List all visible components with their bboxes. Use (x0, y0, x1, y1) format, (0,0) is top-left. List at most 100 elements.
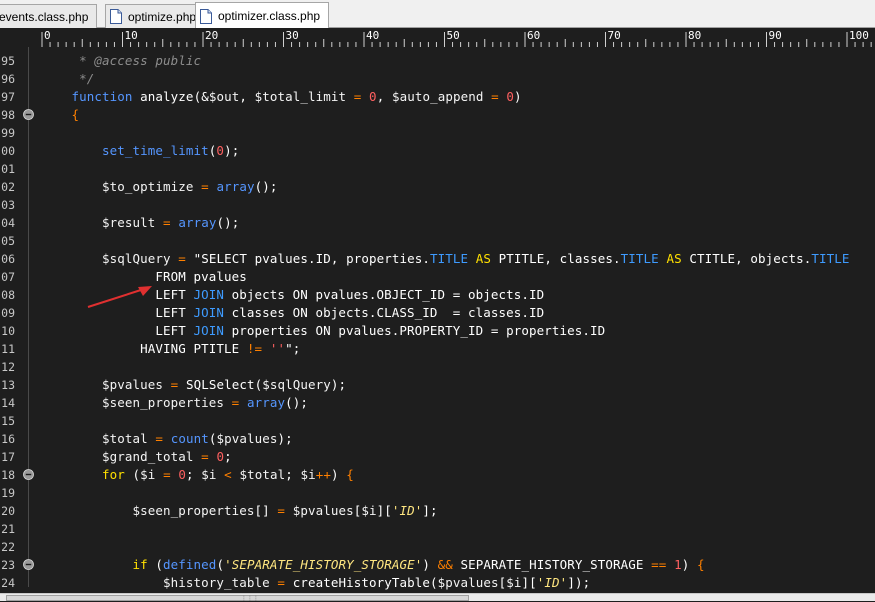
line-number: 14 (1, 396, 15, 410)
ruler-label: 90 (768, 29, 782, 42)
code-line[interactable]: 15 (0, 412, 875, 430)
tab-optimizer-class-php[interactable]: optimizer.class.php (195, 2, 330, 29)
code-line[interactable]: 20 $seen_properties[] = $pvalues[$i]['ID… (0, 502, 875, 520)
code-token: ++ (315, 467, 332, 482)
line-number: 17 (1, 450, 15, 464)
code-token: (); (216, 215, 240, 230)
code-line[interactable]: 06 $sqlQuery = "SELECT pvalues.ID, prope… (0, 250, 875, 268)
code-line[interactable]: 01 (0, 160, 875, 178)
code-line[interactable]: 05 (0, 232, 875, 250)
ruler-label: 10 (124, 29, 138, 42)
code-token: LEFT (41, 323, 194, 338)
fold-minus-icon[interactable] (23, 469, 34, 480)
fold-minus-icon[interactable] (23, 109, 34, 120)
code-line[interactable]: 95 * @access public (0, 52, 875, 70)
scrollbar-thumb[interactable]: ⋮⋮⋮ (6, 595, 469, 602)
code-line[interactable]: 07 FROM pvalues (0, 268, 875, 286)
code-token: for (102, 467, 125, 482)
code-token: $total (239, 467, 286, 482)
code-token: CTITLE, objects. (681, 251, 812, 266)
line-number: 22 (1, 540, 15, 554)
code-line[interactable]: 00 set_time_limit(0); (0, 142, 875, 160)
line-number: 06 (1, 252, 15, 266)
code-token: set_time_limit (102, 143, 209, 158)
code-line[interactable]: 18 for ($i = 0; $i < $total; $i++) { (0, 466, 875, 484)
line-number: 24 (1, 576, 15, 590)
code-token: SEPARATE_HISTORY_STORAGE (452, 557, 652, 572)
code-token: properties ON pvalues.PROPERTY_ID = prop… (224, 323, 606, 338)
horizontal-scrollbar[interactable]: ⋮⋮⋮ (0, 593, 875, 602)
code-text: $pvalues = SQLSelect($sqlQuery); (41, 376, 346, 394)
code-token: ); (224, 143, 240, 158)
code-token: 0 (216, 449, 225, 464)
code-token: $total (102, 431, 148, 446)
code-token: $sqlQuery (262, 377, 331, 392)
code-token: * @access public (41, 53, 202, 68)
line-number: 10 (1, 324, 15, 338)
php-file-icon (110, 9, 122, 24)
code-line[interactable]: 16 $total = count($pvalues); (0, 430, 875, 448)
code-token: = (178, 251, 186, 266)
code-text: $sqlQuery = "SELECT pvalues.ID, properti… (41, 250, 850, 268)
code-line[interactable]: 11 HAVING PTITLE != ''"; (0, 340, 875, 358)
code-token: 0 (216, 143, 225, 158)
code-token: = (277, 503, 286, 518)
code-line[interactable]: 99 (0, 124, 875, 142)
code-token: && (437, 557, 453, 572)
code-line[interactable]: 10 LEFT JOIN properties ON pvalues.PROPE… (0, 322, 875, 340)
tab-events-class-php[interactable]: events.class.php (0, 4, 98, 28)
tab-optimize-php[interactable]: optimize.php (105, 4, 206, 28)
code-text: if (defined('SEPARATE_HISTORY_STORAGE') … (41, 556, 705, 574)
code-text: set_time_limit(0); (41, 142, 239, 160)
code-token: array (216, 179, 255, 194)
code-token: JOIN (193, 287, 225, 302)
red-arrow-icon (87, 286, 152, 308)
code-token: ][ (521, 575, 537, 590)
code-token: ][ (376, 503, 392, 518)
ruler-label: 20 (205, 29, 219, 42)
code-line[interactable]: 24 $history_table = createHistoryTable($… (0, 574, 875, 592)
code-token: createHistoryTable (292, 575, 430, 590)
code-token: array (178, 215, 217, 230)
code-token: $auto_append (391, 89, 484, 104)
code-line[interactable]: 22 (0, 538, 875, 556)
code-line[interactable]: 19 (0, 484, 875, 502)
code-line[interactable]: 96 */ (0, 70, 875, 88)
code-line[interactable]: 12 (0, 358, 875, 376)
code-text: $seen_properties[] = $pvalues[$i]['ID']; (41, 502, 438, 520)
line-number: 02 (1, 180, 15, 194)
code-line[interactable]: 02 $to_optimize = array(); (0, 178, 875, 196)
code-line[interactable]: 03 (0, 196, 875, 214)
code-text: { (41, 106, 80, 124)
code-line[interactable]: 98 { (0, 106, 875, 124)
code-token: AS (666, 251, 682, 266)
code-token: '' (269, 341, 286, 356)
line-number: 13 (1, 378, 15, 392)
code-line[interactable]: 17 $grand_total = 0; (0, 448, 875, 466)
code-token: (); (285, 395, 308, 410)
code-token: = (201, 179, 209, 194)
code-line[interactable]: 23 if (defined('SEPARATE_HISTORY_STORAGE… (0, 556, 875, 574)
code-editor[interactable]: 95 * @access public 96 */97 function anal… (0, 47, 875, 593)
fold-minus-icon[interactable] (23, 559, 34, 570)
code-line[interactable]: 14 $seen_properties = array(); (0, 394, 875, 412)
code-token: SQLSelect (185, 377, 255, 392)
line-number: 20 (1, 504, 15, 518)
code-line[interactable]: 13 $pvalues = SQLSelect($sqlQuery); (0, 376, 875, 394)
code-line[interactable]: 21 (0, 520, 875, 538)
code-token: (); (254, 179, 278, 194)
code-line[interactable]: 04 $result = array(); (0, 214, 875, 232)
code-token: TITLE (429, 251, 469, 266)
code-token: array (246, 395, 286, 410)
code-line[interactable]: 97 function analyze(&$out, $total_limit … (0, 88, 875, 106)
code-token: $pvalues (292, 503, 354, 518)
